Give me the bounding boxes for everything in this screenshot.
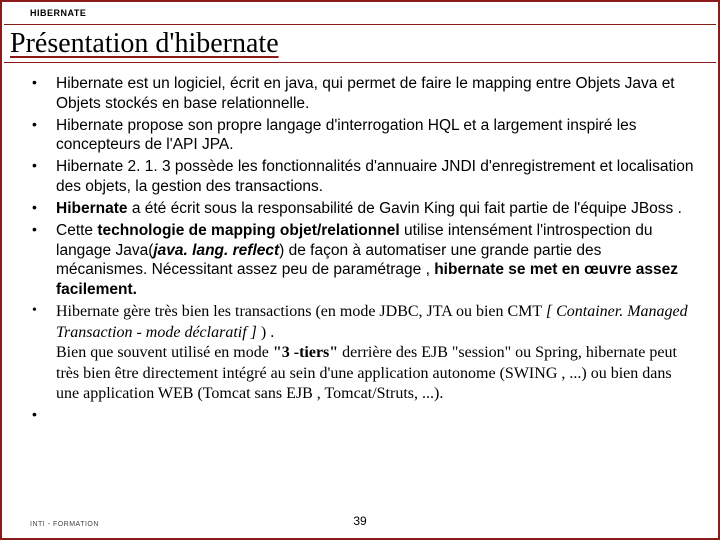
page-title: Présentation d'hibernate bbox=[10, 28, 279, 60]
text-bold: technologie de mapping objet/relationnel bbox=[97, 222, 399, 239]
text: Bien que souvent utilisé en mode bbox=[56, 344, 273, 361]
text: a été écrit sous la responsabilité de Ga… bbox=[132, 200, 682, 217]
footer-left: INTI - FORMATION bbox=[30, 521, 99, 528]
text-bold: "3 -tiers" bbox=[273, 344, 338, 361]
bullet-list: Hibernate est un logiciel, écrit en java… bbox=[30, 74, 696, 426]
list-item: Hibernate est un logiciel, écrit en java… bbox=[30, 74, 696, 114]
list-item: Cette technologie de mapping objet/relat… bbox=[30, 221, 696, 300]
divider-top bbox=[4, 24, 716, 25]
text: Cette bbox=[56, 222, 97, 239]
text-bold-italic: java. lang. reflect bbox=[153, 242, 279, 259]
list-item: Hibernate a été écrit sous la responsabi… bbox=[30, 199, 696, 219]
content-area: Hibernate est un logiciel, écrit en java… bbox=[30, 74, 696, 498]
slide-frame: HIBERNATE Présentation d'hibernate Hiber… bbox=[0, 0, 720, 540]
text-bold: Hibernate bbox=[56, 200, 132, 217]
list-item: Hibernate 2. 1. 3 possède les fonctionna… bbox=[30, 157, 696, 197]
list-item: Hibernate gère très bien les transaction… bbox=[30, 302, 696, 404]
text: Hibernate gère très bien les transaction… bbox=[56, 303, 546, 320]
list-item: Hibernate propose son propre langage d'i… bbox=[30, 116, 696, 156]
text: ) . bbox=[257, 324, 274, 341]
list-item-empty bbox=[30, 406, 696, 426]
page-number: 39 bbox=[353, 514, 366, 528]
header-label: HIBERNATE bbox=[30, 8, 86, 18]
divider-title bbox=[4, 62, 716, 63]
